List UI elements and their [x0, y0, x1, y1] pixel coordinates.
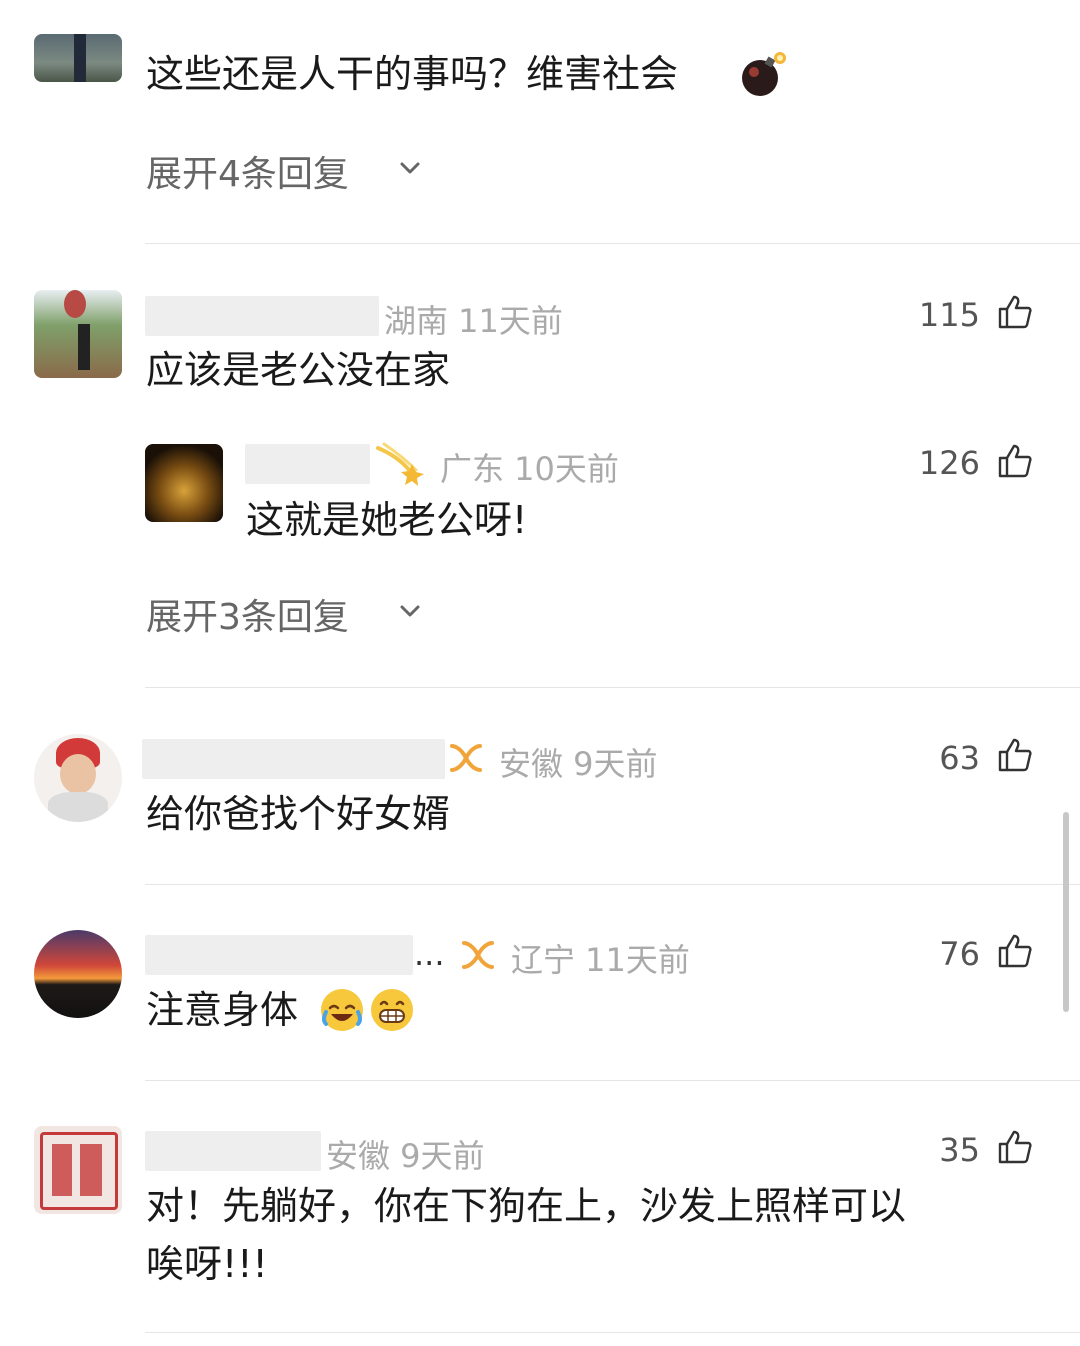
username-blurred[interactable]	[142, 739, 445, 779]
comment-location-time: 安徽 9天前	[326, 1137, 485, 1175]
divider	[145, 1332, 1080, 1333]
grinning-emoji	[371, 989, 413, 1031]
divider	[145, 1080, 1080, 1081]
avatar[interactable]	[34, 290, 122, 378]
comment-text: 唉呀!!!	[146, 1242, 268, 1286]
thumbs-up-icon[interactable]	[996, 736, 1034, 774]
comet-badge-icon	[376, 442, 424, 486]
chevron-down-icon[interactable]	[397, 598, 423, 624]
reply-text: 这就是她老公呀!	[246, 498, 528, 542]
comment-location-time: 湖南 11天前	[384, 302, 563, 340]
like-count: 126	[918, 444, 980, 482]
like-count: 76	[939, 935, 980, 973]
avatar[interactable]	[34, 34, 122, 82]
chevron-down-icon[interactable]	[397, 155, 423, 181]
divider	[145, 243, 1080, 244]
expand-replies-link[interactable]: 展开4条回复	[146, 145, 349, 197]
like-count: 35	[939, 1131, 980, 1169]
avatar[interactable]	[34, 734, 122, 822]
scrollbar[interactable]	[1063, 812, 1069, 1012]
comment-text: 应该是老公没在家	[146, 348, 451, 392]
infinity-badge-icon	[462, 941, 494, 969]
comment-text: 注意身体	[146, 988, 299, 1032]
comment-text: 对！先躺好，你在下狗在上，沙发上照样可以	[146, 1184, 907, 1228]
comment-location-time: 安徽 9天前	[499, 745, 658, 783]
avatar[interactable]	[34, 1126, 122, 1214]
thumbs-up-icon[interactable]	[996, 1128, 1034, 1166]
expand-replies-link[interactable]: 展开3条回复	[146, 588, 349, 640]
like-count: 63	[939, 739, 980, 777]
thumbs-up-icon[interactable]	[996, 442, 1034, 480]
avatar[interactable]	[145, 444, 223, 522]
avatar[interactable]	[34, 930, 122, 1018]
username-blurred[interactable]	[145, 935, 413, 975]
divider	[145, 884, 1080, 885]
comment-location-time: 辽宁 11天前	[511, 941, 690, 979]
infinity-badge-icon	[450, 744, 482, 772]
username-blurred[interactable]	[245, 444, 370, 484]
rolling-laughing-emoji	[321, 989, 363, 1031]
divider	[145, 687, 1080, 688]
comment-location-time: 广东 10天前	[440, 450, 619, 488]
comment-text: 这些还是人干的事吗？维害社会	[146, 52, 679, 96]
bomb-emoji	[742, 52, 786, 96]
comment-text: 给你爸找个好女婿	[146, 792, 451, 836]
thumbs-up-icon[interactable]	[996, 293, 1034, 331]
username-ellipsis: ...	[414, 935, 445, 973]
thumbs-up-icon[interactable]	[996, 932, 1034, 970]
username-blurred[interactable]	[145, 296, 379, 336]
like-count: 115	[918, 296, 980, 334]
username-blurred[interactable]	[145, 1131, 321, 1171]
